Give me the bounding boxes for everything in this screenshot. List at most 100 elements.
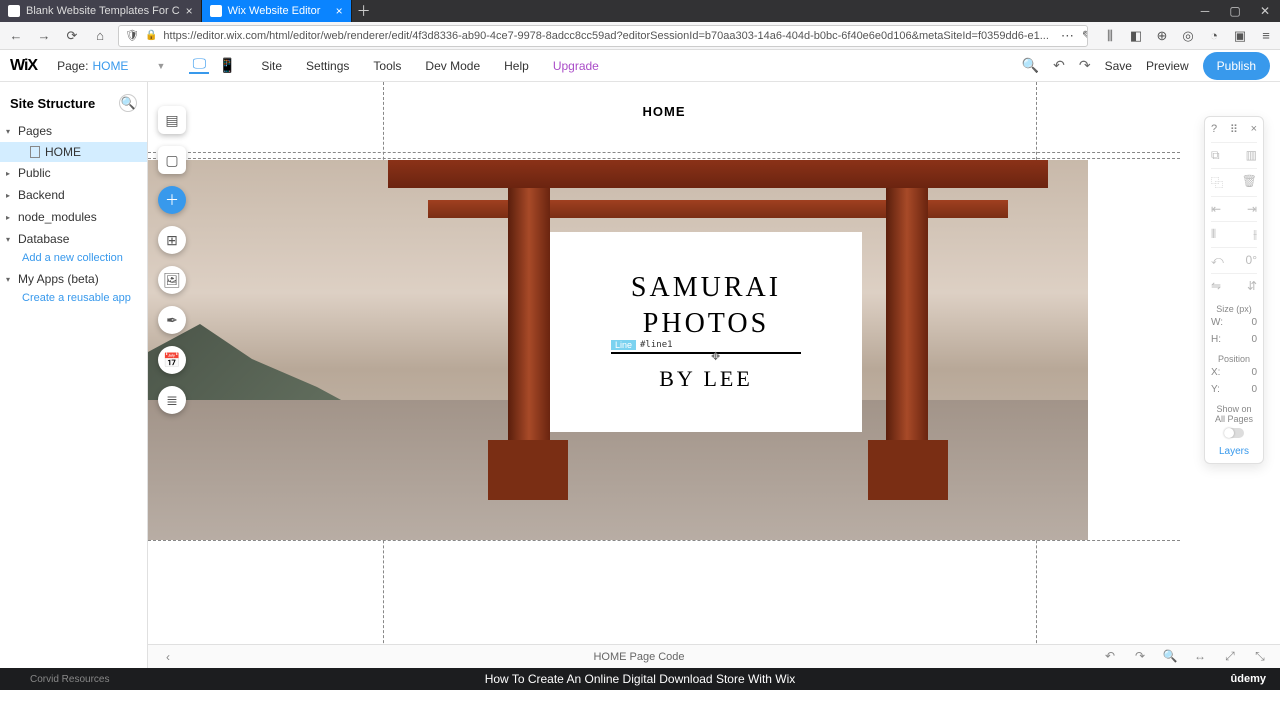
left-toolstrip: ▤ ▢ ＋ ⊞ 🖼 ✒ 📅 ≣ xyxy=(158,106,186,414)
ext2-icon[interactable]: ◎ xyxy=(1180,28,1196,44)
distribute-v-icon[interactable]: ⫲ xyxy=(1253,227,1257,242)
add-tool-icon[interactable]: ＋ xyxy=(158,186,186,214)
code-redo-icon[interactable]: ↷ xyxy=(1130,649,1150,664)
tab-title: Blank Website Templates For C xyxy=(26,5,180,17)
new-tab-button[interactable]: ＋ xyxy=(352,0,376,22)
profile-icon[interactable]: ◔ xyxy=(1206,28,1222,44)
minimize-icon[interactable]: ─ xyxy=(1190,0,1220,22)
flip-v-icon[interactable]: ⇵ xyxy=(1247,279,1257,293)
selected-line-element[interactable]: Line #line1 ✥ xyxy=(611,352,801,354)
hero-card[interactable]: SAMURAI PHOTOS Line #line1 ✥ BY LEE xyxy=(550,232,862,432)
collapse-icon[interactable]: ‹ xyxy=(158,650,178,664)
editor-canvas[interactable]: ▤ ▢ ＋ ⊞ 🖼 ✒ 📅 ≣ HOME xyxy=(148,82,1280,668)
code-panel-bar[interactable]: ‹ HOME Page Code ↶ ↷ 🔍 ↔ ⤢ ⤡ xyxy=(148,644,1280,668)
media-tool-icon[interactable]: 🖼 xyxy=(158,266,186,294)
menu-help[interactable]: Help xyxy=(504,59,529,73)
search-icon[interactable]: 🔍 xyxy=(1022,57,1039,74)
guide-top2 xyxy=(148,158,1180,159)
apps-tool-icon[interactable]: ⊞ xyxy=(158,226,186,254)
udemy-logo[interactable]: ûdemy xyxy=(1231,673,1266,685)
browser-tab-active[interactable]: Wix Website Editor × xyxy=(202,0,352,22)
wix-logo[interactable]: WiX xyxy=(10,57,37,75)
duplicate-icon[interactable]: ⿻ xyxy=(1211,174,1223,191)
page-selector[interactable]: Page: HOME ▼ xyxy=(57,59,165,73)
sidebar-item-pages[interactable]: Pages xyxy=(0,120,147,142)
menu-settings[interactable]: Settings xyxy=(306,59,349,73)
pages-tool-icon[interactable]: ▤ xyxy=(158,106,186,134)
back-icon[interactable]: ← xyxy=(6,26,26,46)
browser-tab-other[interactable]: Blank Website Templates For C × xyxy=(0,0,202,22)
delete-icon[interactable]: 🗑 xyxy=(1242,174,1257,191)
sidebar-item-database[interactable]: Database xyxy=(0,228,147,250)
home-icon[interactable]: ⌂ xyxy=(90,26,110,46)
close-window-icon[interactable]: ✕ xyxy=(1250,0,1280,22)
code-wrap-icon[interactable]: ↔ xyxy=(1190,649,1210,664)
help-icon[interactable]: ? xyxy=(1211,123,1217,136)
preview-button[interactable]: Preview xyxy=(1146,59,1189,73)
more-icon[interactable]: ⋯ xyxy=(1061,28,1074,44)
data-tool-icon[interactable]: ≣ xyxy=(158,386,186,414)
sidebar-icon[interactable]: ◧ xyxy=(1128,28,1144,44)
menu-tools[interactable]: Tools xyxy=(373,59,401,73)
close-icon[interactable]: × xyxy=(186,4,193,18)
close-icon[interactable]: × xyxy=(336,4,343,18)
flip-h-icon[interactable]: ⇋ xyxy=(1211,279,1221,293)
undo-icon[interactable]: ↶ xyxy=(1053,57,1065,74)
redo-icon[interactable]: ↷ xyxy=(1079,57,1091,74)
menu-site[interactable]: Site xyxy=(261,59,282,73)
menu-icon[interactable]: ≡ xyxy=(1258,28,1274,44)
blog-tool-icon[interactable]: 📅 xyxy=(158,346,186,374)
maximize-icon[interactable]: ▢ xyxy=(1220,0,1250,22)
width-input[interactable]: 0 xyxy=(1251,317,1257,328)
mobile-view-icon[interactable]: 📱 xyxy=(217,58,237,74)
code-panel-title: HOME Page Code xyxy=(593,651,684,663)
drag-handle-icon[interactable]: ⠿ xyxy=(1230,123,1238,136)
move-handle-icon[interactable]: ✥ xyxy=(711,350,720,363)
sidebar-item-myapps[interactable]: My Apps (beta) xyxy=(0,268,147,290)
sidebar-item-node-modules[interactable]: node_modules xyxy=(0,206,147,228)
sidebar-item-backend[interactable]: Backend xyxy=(0,184,147,206)
site-structure-panel: Site Structure 🔍 Pages HOME Public Backe… xyxy=(0,82,148,668)
paste-icon[interactable]: ▥ xyxy=(1246,148,1257,163)
publish-button[interactable]: Publish xyxy=(1203,52,1270,80)
close-icon[interactable]: × xyxy=(1251,123,1257,136)
show-all-pages-label: Show on All Pages xyxy=(1211,404,1257,424)
align-left-icon[interactable]: ⇤ xyxy=(1211,202,1221,216)
create-app-link[interactable]: Create a reusable app xyxy=(0,290,147,308)
distribute-h-icon[interactable]: ⫴ xyxy=(1211,227,1216,242)
code-expand-icon[interactable]: ⤢ xyxy=(1220,649,1240,664)
save-button[interactable]: Save xyxy=(1105,59,1132,73)
chevron-down-icon: ▼ xyxy=(156,61,165,71)
copy-icon[interactable]: ⧉ xyxy=(1211,148,1220,163)
url-input[interactable]: 🛡 🔒 https://editor.wix.com/html/editor/w… xyxy=(118,25,1088,47)
sidebar-page-home[interactable]: HOME xyxy=(0,142,147,162)
x-input[interactable]: 0 xyxy=(1251,367,1257,378)
pen-tool-icon[interactable]: ✒ xyxy=(158,306,186,334)
search-icon[interactable]: 🔍 xyxy=(119,94,137,112)
site-nav-home[interactable]: HOME xyxy=(148,104,1180,119)
add-collection-link[interactable]: Add a new collection xyxy=(0,250,147,268)
code-undo-icon[interactable]: ↶ xyxy=(1100,649,1120,664)
code-maximize-icon[interactable]: ⤡ xyxy=(1250,649,1270,664)
reader-icon[interactable]: ✎ xyxy=(1082,28,1088,44)
sidebar-item-public[interactable]: Public xyxy=(0,162,147,184)
rotate-icon[interactable]: ⤺ xyxy=(1211,253,1224,268)
desktop-view-icon[interactable]: 🖵 xyxy=(189,58,209,74)
ext3-icon[interactable]: ▣ xyxy=(1232,28,1248,44)
library-icon[interactable]: ⫼ xyxy=(1102,28,1118,44)
menu-devmode[interactable]: Dev Mode xyxy=(425,59,480,73)
background-tool-icon[interactable]: ▢ xyxy=(158,146,186,174)
align-right-icon[interactable]: ⇥ xyxy=(1247,202,1257,216)
ext1-icon[interactable]: ⊕ xyxy=(1154,28,1170,44)
forward-icon[interactable]: → xyxy=(34,26,54,46)
layers-link[interactable]: Layers xyxy=(1211,446,1257,457)
reload-icon[interactable]: ⟳ xyxy=(62,26,82,46)
guide-bottom xyxy=(148,540,1180,541)
show-all-pages-toggle[interactable] xyxy=(1224,428,1244,438)
code-search-icon[interactable]: 🔍 xyxy=(1160,649,1180,664)
y-input[interactable]: 0 xyxy=(1251,384,1257,395)
wix-toolbar: WiX Page: HOME ▼ 🖵 📱 Site Settings Tools… xyxy=(0,50,1280,82)
corvid-label: Corvid Resources xyxy=(30,674,109,685)
menu-upgrade[interactable]: Upgrade xyxy=(553,59,599,73)
height-input[interactable]: 0 xyxy=(1251,334,1257,345)
